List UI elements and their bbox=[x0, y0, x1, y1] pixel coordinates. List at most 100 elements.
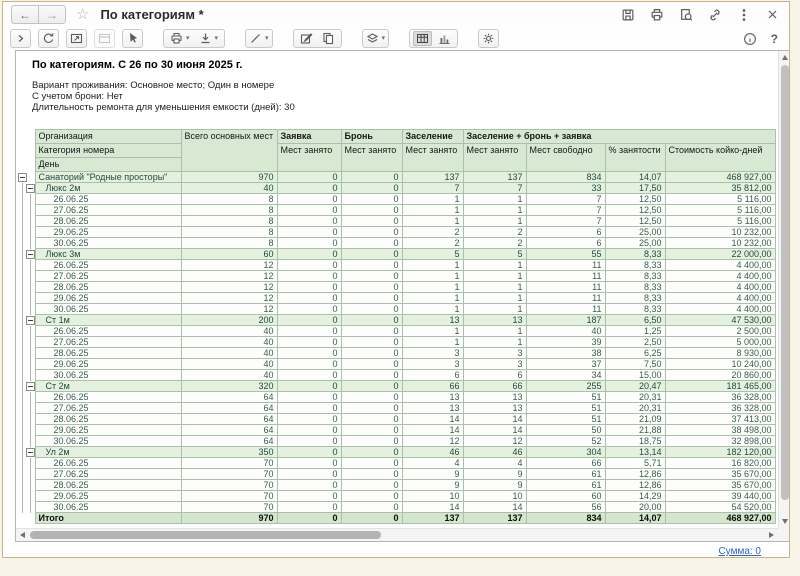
row-label[interactable]: Итого bbox=[35, 513, 181, 524]
value-cell[interactable]: 46 bbox=[463, 447, 526, 458]
value-cell[interactable]: 9 bbox=[463, 469, 526, 480]
value-cell[interactable]: 70 bbox=[181, 469, 277, 480]
value-cell[interactable]: 2 bbox=[463, 238, 526, 249]
value-cell[interactable]: 47 530,00 bbox=[665, 315, 775, 326]
value-cell[interactable]: 0 bbox=[341, 359, 402, 370]
value-cell[interactable]: 1 bbox=[402, 337, 463, 348]
row-label[interactable]: 29.06.25 bbox=[35, 425, 181, 436]
value-cell[interactable]: 50 bbox=[526, 425, 605, 436]
row-label[interactable]: 26.06.25 bbox=[35, 392, 181, 403]
value-cell[interactable]: 10 232,00 bbox=[665, 227, 775, 238]
value-cell[interactable]: 0 bbox=[277, 447, 341, 458]
value-cell[interactable]: 970 bbox=[181, 513, 277, 524]
row-label[interactable]: 29.06.25 bbox=[35, 359, 181, 370]
value-cell[interactable]: 1 bbox=[463, 271, 526, 282]
more-kebab-icon[interactable] bbox=[737, 8, 751, 22]
value-cell[interactable]: 0 bbox=[277, 414, 341, 425]
value-cell[interactable]: 137 bbox=[463, 513, 526, 524]
value-cell[interactable]: 1 bbox=[402, 282, 463, 293]
value-cell[interactable]: 0 bbox=[277, 238, 341, 249]
value-cell[interactable]: 1 bbox=[463, 293, 526, 304]
value-cell[interactable]: 4 bbox=[463, 458, 526, 469]
value-cell[interactable]: 0 bbox=[341, 436, 402, 447]
value-cell[interactable]: 2 bbox=[402, 238, 463, 249]
row-label[interactable]: 29.06.25 bbox=[35, 227, 181, 238]
value-cell[interactable]: 61 bbox=[526, 480, 605, 491]
collapse-toggle[interactable] bbox=[26, 184, 35, 193]
value-cell[interactable]: 6 bbox=[463, 370, 526, 381]
value-cell[interactable]: 20 860,00 bbox=[665, 370, 775, 381]
value-cell[interactable]: 35 670,00 bbox=[665, 480, 775, 491]
row-label[interactable]: 27.06.25 bbox=[35, 337, 181, 348]
value-cell[interactable]: 6 bbox=[402, 370, 463, 381]
show-settings-button[interactable] bbox=[10, 29, 31, 48]
value-cell[interactable]: 0 bbox=[341, 458, 402, 469]
print-icon[interactable] bbox=[650, 8, 664, 22]
value-cell[interactable]: 0 bbox=[277, 348, 341, 359]
value-cell[interactable]: 1 bbox=[463, 337, 526, 348]
value-cell[interactable]: 0 bbox=[341, 205, 402, 216]
value-cell[interactable]: 66 bbox=[463, 381, 526, 392]
value-cell[interactable]: 0 bbox=[341, 447, 402, 458]
value-cell[interactable]: 6,50 bbox=[605, 315, 665, 326]
value-cell[interactable]: 13,14 bbox=[605, 447, 665, 458]
value-cell[interactable]: 14,07 bbox=[605, 172, 665, 183]
value-cell[interactable]: 3 bbox=[402, 359, 463, 370]
value-cell[interactable]: 0 bbox=[277, 513, 341, 524]
close-icon[interactable] bbox=[766, 8, 779, 21]
value-cell[interactable]: 14,07 bbox=[605, 513, 665, 524]
value-cell[interactable]: 37 413,00 bbox=[665, 414, 775, 425]
value-cell[interactable]: 4 bbox=[402, 458, 463, 469]
value-cell[interactable]: 1 bbox=[402, 304, 463, 315]
row-label[interactable]: 28.06.25 bbox=[35, 414, 181, 425]
value-cell[interactable]: 64 bbox=[181, 392, 277, 403]
value-cell[interactable]: 1 bbox=[463, 282, 526, 293]
value-cell[interactable]: 10 bbox=[402, 491, 463, 502]
value-cell[interactable]: 14,29 bbox=[605, 491, 665, 502]
settings-gear-button[interactable] bbox=[478, 29, 499, 48]
value-cell[interactable]: 66 bbox=[526, 458, 605, 469]
value-cell[interactable]: 54 520,00 bbox=[665, 502, 775, 513]
value-cell[interactable]: 0 bbox=[277, 216, 341, 227]
value-cell[interactable]: 13 bbox=[402, 403, 463, 414]
value-cell[interactable]: 14 bbox=[402, 502, 463, 513]
value-cell[interactable]: 0 bbox=[341, 414, 402, 425]
edit-button[interactable] bbox=[297, 31, 316, 46]
value-cell[interactable]: 3 bbox=[402, 348, 463, 359]
value-cell[interactable]: 304 bbox=[526, 447, 605, 458]
value-cell[interactable]: 834 bbox=[526, 172, 605, 183]
value-cell[interactable]: 37 bbox=[526, 359, 605, 370]
value-cell[interactable]: 9 bbox=[402, 469, 463, 480]
row-label[interactable]: 27.06.25 bbox=[35, 205, 181, 216]
value-cell[interactable]: 12 bbox=[402, 436, 463, 447]
value-cell[interactable]: 0 bbox=[277, 172, 341, 183]
value-cell[interactable]: 0 bbox=[277, 370, 341, 381]
value-cell[interactable]: 2 500,00 bbox=[665, 326, 775, 337]
value-cell[interactable]: 0 bbox=[277, 381, 341, 392]
value-cell[interactable]: 0 bbox=[341, 403, 402, 414]
row-label[interactable]: Люкс 3м bbox=[35, 249, 181, 260]
row-label[interactable]: Санаторий "Родные просторы" bbox=[35, 172, 181, 183]
value-cell[interactable]: 25,00 bbox=[605, 227, 665, 238]
save-icon[interactable] bbox=[621, 8, 635, 22]
row-label[interactable]: 30.06.25 bbox=[35, 502, 181, 513]
value-cell[interactable]: 15,00 bbox=[605, 370, 665, 381]
value-cell[interactable]: 52 bbox=[526, 436, 605, 447]
info-icon[interactable] bbox=[743, 32, 757, 46]
forward-button[interactable]: → bbox=[38, 5, 66, 24]
back-button[interactable]: ← bbox=[11, 5, 39, 24]
value-cell[interactable]: 0 bbox=[277, 282, 341, 293]
value-cell[interactable]: 0 bbox=[277, 392, 341, 403]
value-cell[interactable]: 34 bbox=[526, 370, 605, 381]
value-cell[interactable]: 200 bbox=[181, 315, 277, 326]
scroll-left-arrow[interactable] bbox=[20, 532, 25, 538]
value-cell[interactable]: 0 bbox=[341, 392, 402, 403]
value-cell[interactable]: 40 bbox=[181, 370, 277, 381]
value-cell[interactable]: 40 bbox=[526, 326, 605, 337]
row-label[interactable]: 28.06.25 bbox=[35, 348, 181, 359]
value-cell[interactable]: 12 bbox=[181, 271, 277, 282]
value-cell[interactable]: 0 bbox=[341, 491, 402, 502]
row-label[interactable]: 30.06.25 bbox=[35, 370, 181, 381]
value-cell[interactable]: 0 bbox=[341, 271, 402, 282]
value-cell[interactable]: 0 bbox=[341, 293, 402, 304]
